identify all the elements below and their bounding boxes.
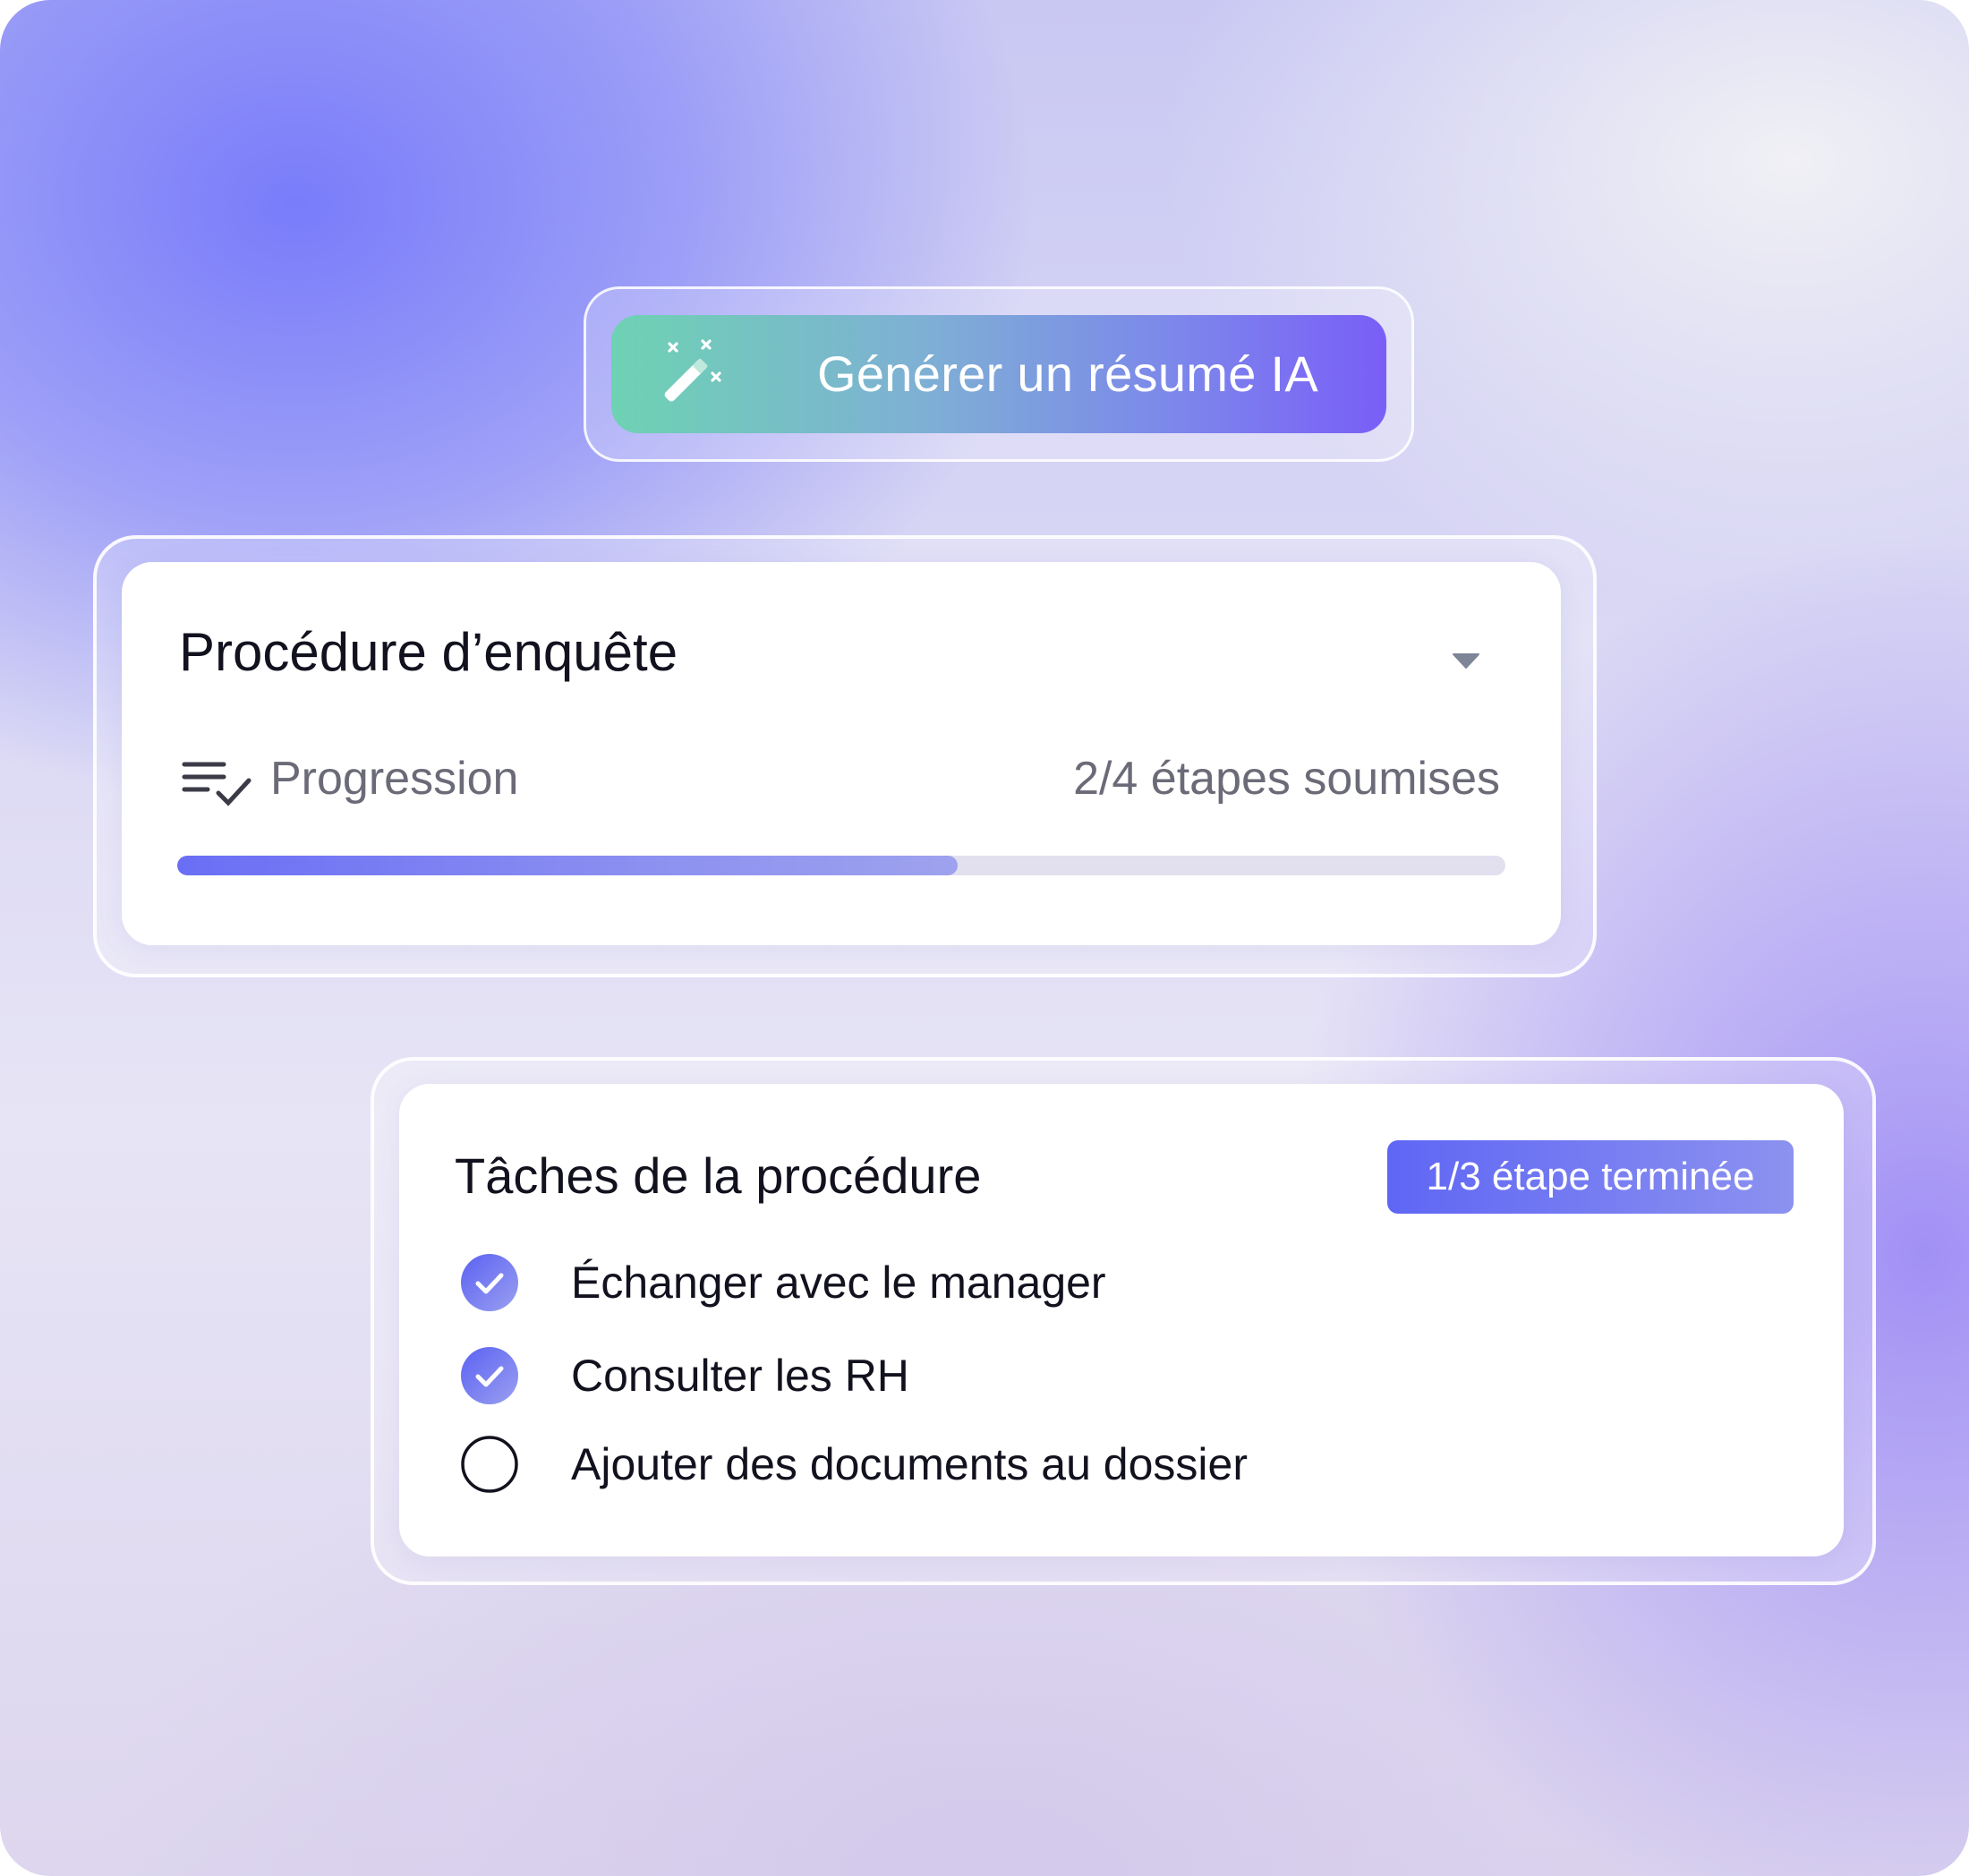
task-item[interactable]: Échanger avec le manager xyxy=(460,1251,1106,1314)
progress-status: 2/4 étapes soumises xyxy=(1073,753,1500,805)
task-label: Échanger avec le manager xyxy=(571,1258,1106,1308)
tasks-title: Tâches de la procédure xyxy=(455,1147,982,1204)
procedure-title: Procédure d’enquête xyxy=(179,622,678,682)
task-item[interactable]: Consulter les RH xyxy=(460,1344,909,1407)
caret-down-icon[interactable] xyxy=(1452,652,1480,669)
generate-ai-summary-label: Générer un résumé IA xyxy=(817,345,1319,402)
magic-wand-icon xyxy=(664,339,721,402)
procedure-card: Procédure d’enquête Progression 2/4 étap… xyxy=(122,562,1561,945)
progress-bar-fill xyxy=(177,856,958,875)
status-badge: 1/3 étape terminée xyxy=(1387,1140,1794,1214)
progress-label: Progression xyxy=(270,753,519,805)
task-item[interactable]: Ajouter des documents au dossier xyxy=(460,1433,1248,1496)
checked-circle-icon[interactable] xyxy=(460,1346,519,1405)
tasks-card: Tâches de la procédure 1/3 étape terminé… xyxy=(399,1084,1844,1556)
checked-circle-icon[interactable] xyxy=(460,1253,519,1312)
task-label: Consulter les RH xyxy=(571,1351,909,1401)
task-label: Ajouter des documents au dossier xyxy=(571,1439,1248,1489)
list-check-icon xyxy=(182,762,251,806)
unchecked-circle-icon[interactable] xyxy=(460,1435,519,1494)
progress-bar xyxy=(177,856,1505,875)
generate-ai-summary-button[interactable]: Générer un résumé IA xyxy=(611,315,1386,433)
